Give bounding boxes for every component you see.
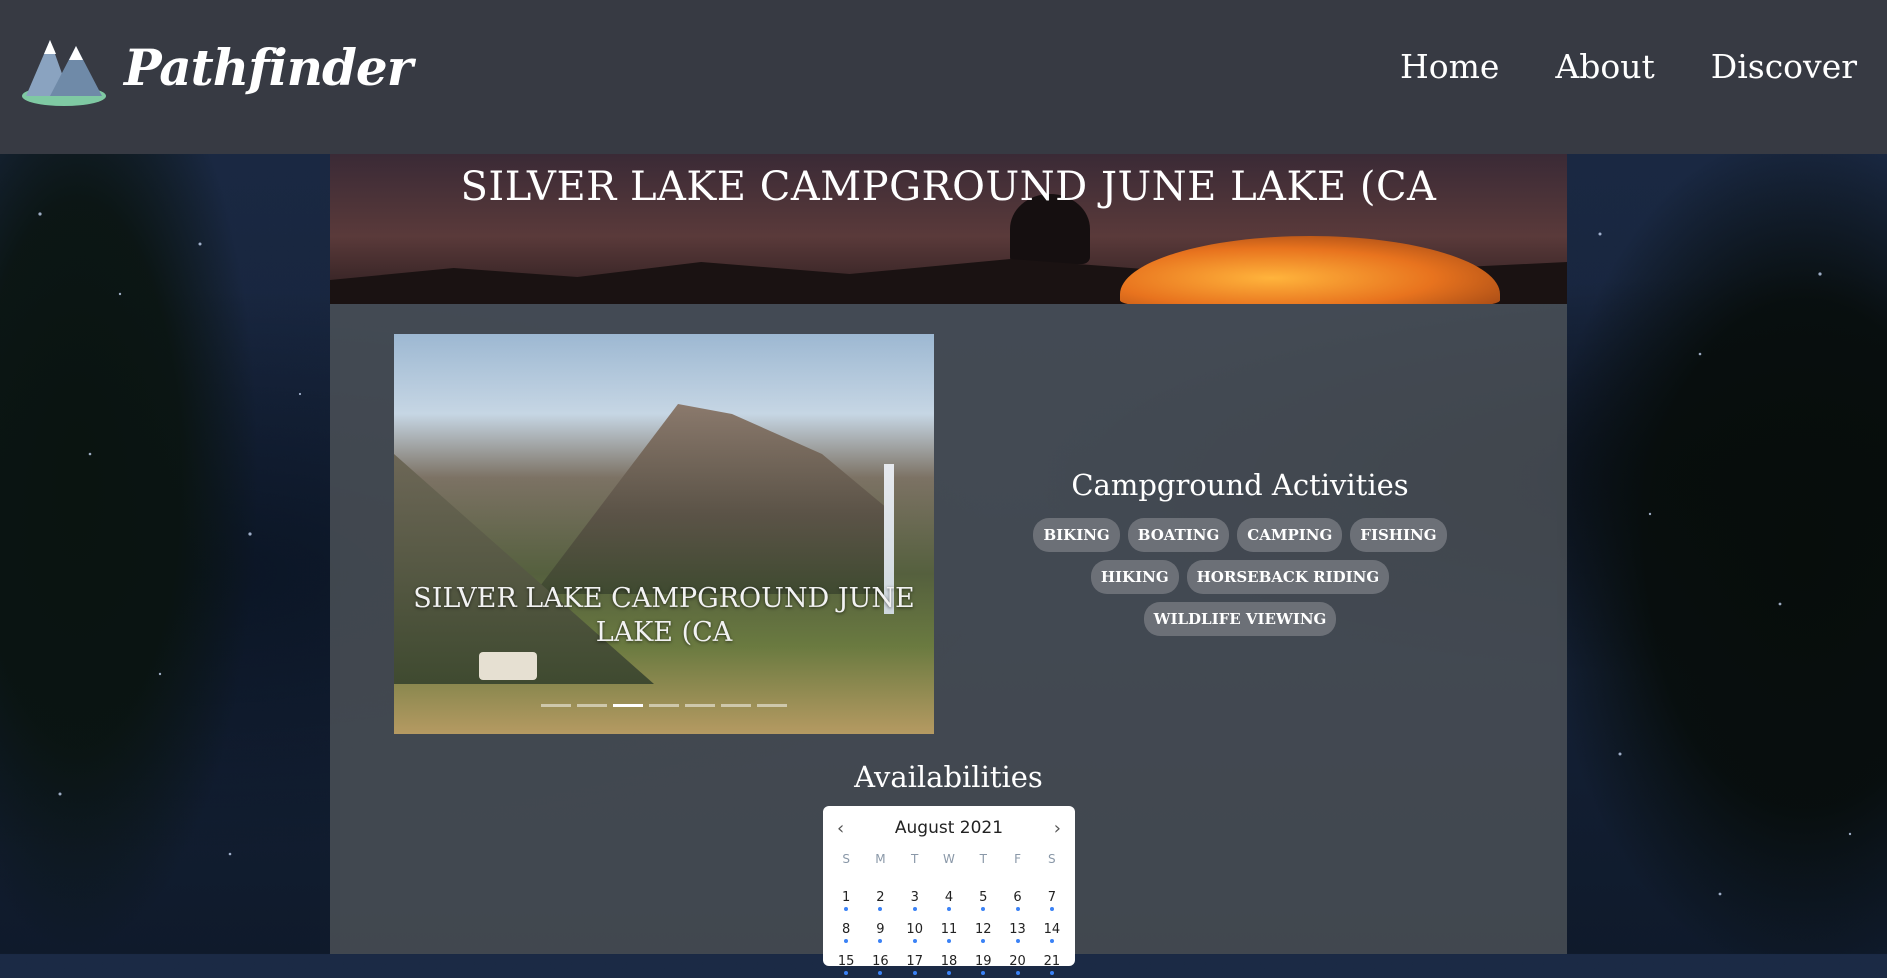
activity-tag: CAMPING bbox=[1237, 518, 1343, 552]
weekday-label: T bbox=[911, 852, 919, 866]
calendar-day[interactable]: 20 bbox=[1000, 946, 1034, 978]
main-nav: Home About Discover bbox=[1344, 47, 1857, 86]
background-tree-left bbox=[0, 154, 260, 954]
calendar-day[interactable]: 7 bbox=[1035, 882, 1069, 914]
carousel-indicator-4[interactable] bbox=[649, 704, 679, 707]
calendar-month-label: August 2021 bbox=[894, 818, 1004, 838]
calendar-day[interactable]: 18 bbox=[932, 946, 966, 978]
carousel-indicator-5[interactable] bbox=[685, 704, 715, 707]
calendar-day[interactable]: 4 bbox=[932, 882, 966, 914]
page-title: SILVER LAKE CAMPGROUND JUNE LAKE (CA bbox=[460, 164, 1437, 210]
weekday-label: S bbox=[842, 852, 850, 866]
calendar-day[interactable]: 8 bbox=[829, 914, 863, 946]
calendar-day[interactable]: 15 bbox=[829, 946, 863, 978]
carousel-mountain bbox=[534, 404, 894, 594]
weekday-label: F bbox=[1014, 852, 1022, 866]
carousel-caption: SILVER LAKE CAMPGROUND JUNE LAKE (CA bbox=[413, 583, 915, 648]
availabilities-heading: Availabilities bbox=[854, 760, 1043, 794]
photo-carousel[interactable]: SILVER LAKE CAMPGROUND JUNE LAKE (CA bbox=[394, 334, 934, 734]
activity-tag: HIKING bbox=[1090, 560, 1179, 594]
brand-name: Pathfinder bbox=[124, 37, 413, 97]
weekday-label: S bbox=[1048, 852, 1056, 866]
carousel-indicator-2[interactable] bbox=[577, 704, 607, 707]
calendar-header: ‹ August 2021 › bbox=[823, 806, 1075, 850]
activity-tag: BOATING bbox=[1127, 518, 1230, 552]
calendar-day[interactable]: 1 bbox=[829, 882, 863, 914]
weekday-label: T bbox=[979, 852, 987, 866]
activity-tags: BIKING BOATING CAMPING FISHING HIKING HO… bbox=[1000, 514, 1480, 640]
activity-tag: BIKING bbox=[1033, 518, 1120, 552]
calendar-day[interactable]: 11 bbox=[932, 914, 966, 946]
calendar-day[interactable]: 17 bbox=[898, 946, 932, 978]
calendar-day[interactable]: 9 bbox=[863, 914, 897, 946]
calendar-day[interactable]: 19 bbox=[966, 946, 1000, 978]
nav-link-discover[interactable]: Discover bbox=[1711, 47, 1857, 86]
chevron-right-icon[interactable]: › bbox=[1054, 818, 1061, 839]
calendar-day[interactable]: 5 bbox=[966, 882, 1000, 914]
activities-heading: Campground Activities bbox=[1071, 468, 1409, 502]
carousel-indicator-1[interactable] bbox=[541, 704, 571, 707]
activities-section: Campground Activities BIKING BOATING CAM… bbox=[1000, 468, 1480, 640]
campground-banner: SILVER LAKE CAMPGROUND JUNE LAKE (CA bbox=[330, 154, 1567, 304]
calendar-day[interactable]: 14 bbox=[1035, 914, 1069, 946]
activity-tag: WILDLIFE VIEWING bbox=[1143, 602, 1337, 636]
activity-tag: HORSEBACK RIDING bbox=[1186, 560, 1390, 594]
carousel-indicator-3[interactable] bbox=[613, 704, 643, 707]
brand[interactable]: Pathfinder bbox=[20, 26, 413, 108]
campground-panel: SILVER LAKE CAMPGROUND JUNE LAKE (CA SIL… bbox=[330, 154, 1567, 975]
carousel-indicators bbox=[394, 704, 934, 707]
activity-tag: FISHING bbox=[1350, 518, 1447, 552]
chevron-left-icon[interactable]: ‹ bbox=[837, 818, 844, 839]
calendar-day[interactable]: 21 bbox=[1035, 946, 1069, 978]
calendar-day[interactable]: 3 bbox=[898, 882, 932, 914]
weekday-label: W bbox=[943, 852, 955, 866]
calendar-day[interactable]: 13 bbox=[1000, 914, 1034, 946]
calendar-grid: S M T W T F S 1 2 3 4 5 6 7 8 9 10 11 12… bbox=[823, 850, 1075, 978]
calendar-day[interactable]: 10 bbox=[898, 914, 932, 946]
calendar-day[interactable]: 6 bbox=[1000, 882, 1034, 914]
carousel-indicator-7[interactable] bbox=[757, 704, 787, 707]
site-header: Pathfinder Home About Discover bbox=[0, 0, 1887, 154]
nav-link-about[interactable]: About bbox=[1555, 47, 1654, 86]
availability-calendar: ‹ August 2021 › S M T W T F S 1 2 3 4 5 … bbox=[823, 806, 1075, 975]
banner-tent-image bbox=[1120, 236, 1500, 304]
nav-link-home[interactable]: Home bbox=[1400, 47, 1499, 86]
mountain-logo-icon bbox=[22, 40, 106, 106]
calendar-day[interactable]: 12 bbox=[966, 914, 1000, 946]
weekday-label: M bbox=[875, 852, 886, 866]
carousel-rv bbox=[479, 652, 537, 680]
background-tree-right bbox=[1557, 154, 1887, 954]
calendar-day[interactable]: 16 bbox=[863, 946, 897, 978]
carousel-indicator-6[interactable] bbox=[721, 704, 751, 707]
calendar-day[interactable]: 2 bbox=[863, 882, 897, 914]
